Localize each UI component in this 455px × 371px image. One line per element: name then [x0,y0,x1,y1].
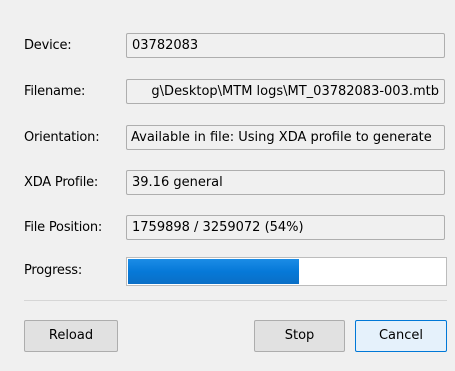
log-import-dialog: Device: 03782083 Filename: g\Desktop\MTM… [0,0,455,371]
filename-label: Filename: [24,84,86,99]
xda-profile-value: 39.16 general [132,175,223,190]
orientation-value: Available in file: Using XDA profile to … [131,130,432,145]
orientation-field[interactable]: Available in file: Using XDA profile to … [126,125,445,150]
cancel-button[interactable]: Cancel [355,320,447,352]
orientation-label: Orientation: [24,130,100,145]
filename-field[interactable]: g\Desktop\MTM logs\MT_03782083-003.mtb [126,79,445,104]
stop-button[interactable]: Stop [254,320,345,352]
progress-bar-fill [128,259,299,284]
progress-row: Progress: [0,257,455,286]
device-row: Device: 03782083 [0,33,455,60]
separator [24,300,447,301]
file-position-label: File Position: [24,220,103,235]
reload-button[interactable]: Reload [24,320,118,352]
xda-profile-label: XDA Profile: [24,175,99,190]
filename-value: g\Desktop\MTM logs\MT_03782083-003.mtb [151,84,439,99]
orientation-row: Orientation: Available in file: Using XD… [0,125,455,152]
xda-profile-row: XDA Profile: 39.16 general [0,170,455,197]
xda-profile-field[interactable]: 39.16 general [126,170,445,195]
device-label: Device: [24,38,72,53]
file-position-field[interactable]: 1759898 / 3259072 (54%) [126,215,445,240]
device-field[interactable]: 03782083 [126,33,445,58]
filename-row: Filename: g\Desktop\MTM logs\MT_03782083… [0,79,455,106]
progress-label: Progress: [24,263,83,278]
file-position-row: File Position: 1759898 / 3259072 (54%) [0,215,455,242]
file-position-value: 1759898 / 3259072 (54%) [132,220,304,235]
progress-bar [126,257,447,286]
device-value: 03782083 [132,38,199,53]
